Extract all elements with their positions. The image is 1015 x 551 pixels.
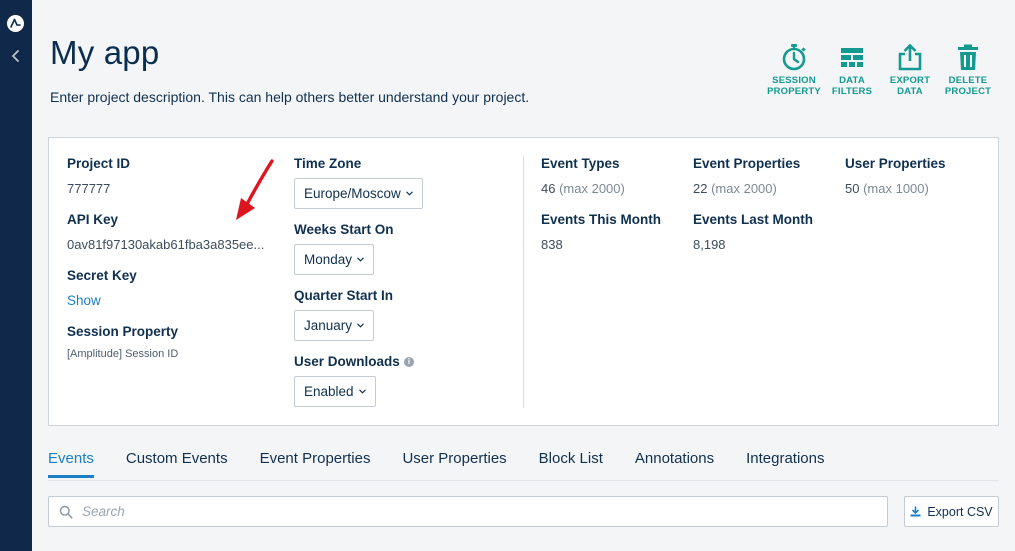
timezone-select[interactable]: Europe/Moscow bbox=[294, 178, 423, 209]
column-divider bbox=[523, 156, 524, 408]
user-properties-label: User Properties bbox=[845, 156, 946, 171]
export-data-button[interactable]: EXPORT DATA bbox=[881, 43, 939, 97]
user-downloads-value: Enabled bbox=[304, 384, 354, 399]
event-properties-label: Event Properties bbox=[693, 156, 801, 171]
user-downloads-select[interactable]: Enabled bbox=[294, 376, 376, 407]
event-types-count: 46 bbox=[541, 181, 556, 196]
page-title: My app bbox=[50, 34, 160, 71]
weeks-start-select[interactable]: Monday bbox=[294, 244, 375, 275]
user-properties-value: 50 (max 1000) bbox=[845, 181, 929, 196]
project-info-card: Project ID 777777 API Key 0av81f97130aka… bbox=[48, 137, 999, 426]
project-id-value: 777777 bbox=[67, 181, 111, 196]
event-types-max: (max 2000) bbox=[559, 181, 625, 196]
tab-events[interactable]: Events bbox=[48, 450, 94, 478]
amplitude-logo-icon[interactable] bbox=[7, 15, 24, 32]
user-downloads-label: User Downloads bbox=[294, 354, 400, 369]
events-last-month-label: Events Last Month bbox=[693, 212, 814, 227]
tab-block-list[interactable]: Block List bbox=[539, 450, 603, 478]
action-label: EXPORT DATA bbox=[889, 75, 931, 97]
show-secret-key-link[interactable]: Show bbox=[67, 293, 101, 308]
delete-project-button[interactable]: DELETE PROJECT bbox=[939, 43, 997, 97]
weeks-start-value: Monday bbox=[304, 252, 353, 267]
stopwatch-icon bbox=[782, 44, 806, 71]
api-key-value[interactable]: 0av81f97130akab61fba3a835ee... bbox=[67, 237, 264, 252]
secret-key-label: Secret Key bbox=[67, 268, 137, 283]
user-properties-count: 50 bbox=[845, 181, 860, 196]
chevron-down-icon bbox=[357, 257, 364, 262]
tab-integrations[interactable]: Integrations bbox=[746, 450, 824, 478]
events-this-month-label: Events This Month bbox=[541, 212, 662, 227]
quarter-start-select[interactable]: January bbox=[294, 310, 375, 341]
tab-bar: Events Custom Events Event Properties Us… bbox=[48, 450, 857, 478]
export-icon bbox=[898, 43, 922, 71]
api-key-label: API Key bbox=[67, 212, 119, 227]
chevron-down-icon bbox=[358, 389, 366, 394]
action-label: DATA FILTERS bbox=[831, 75, 873, 97]
tab-user-properties[interactable]: User Properties bbox=[402, 450, 506, 478]
info-icon[interactable]: i bbox=[404, 357, 414, 367]
filter-grid-icon bbox=[841, 48, 863, 67]
data-filters-button[interactable]: DATA FILTERS bbox=[823, 43, 881, 97]
events-last-month-value: 8,198 bbox=[693, 237, 726, 252]
session-property-button[interactable]: SESSION PROPERTY bbox=[765, 43, 823, 97]
events-this-month-value: 838 bbox=[541, 237, 563, 252]
timezone-label: Time Zone bbox=[294, 156, 362, 171]
chevron-down-icon bbox=[405, 191, 413, 196]
project-id-label: Project ID bbox=[67, 156, 131, 171]
collapse-chevron-icon[interactable] bbox=[10, 48, 22, 64]
tab-divider bbox=[48, 480, 999, 481]
event-properties-count: 22 bbox=[693, 181, 708, 196]
session-property-label: Session Property bbox=[67, 324, 179, 339]
chevron-down-icon bbox=[357, 323, 364, 328]
action-label: DELETE PROJECT bbox=[944, 75, 992, 97]
search-box[interactable] bbox=[48, 496, 888, 527]
session-property-value: [Amplitude] Session ID bbox=[67, 348, 179, 360]
event-types-value: 46 (max 2000) bbox=[541, 181, 625, 196]
search-input[interactable] bbox=[82, 504, 862, 519]
weeks-start-label: Weeks Start On bbox=[294, 222, 394, 237]
download-icon bbox=[910, 506, 921, 517]
event-properties-max: (max 2000) bbox=[711, 181, 777, 196]
event-types-label: Event Types bbox=[541, 156, 620, 171]
left-rail bbox=[0, 0, 32, 551]
project-description[interactable]: Enter project description. This can help… bbox=[50, 89, 529, 105]
search-icon bbox=[59, 505, 73, 519]
export-csv-button[interactable]: Export CSV bbox=[904, 496, 999, 527]
tab-event-properties[interactable]: Event Properties bbox=[260, 450, 371, 478]
user-properties-max: (max 1000) bbox=[863, 181, 929, 196]
trash-icon bbox=[958, 44, 978, 70]
tab-annotations[interactable]: Annotations bbox=[635, 450, 714, 478]
timezone-value: Europe/Moscow bbox=[304, 186, 401, 201]
quarter-start-label: Quarter Start In bbox=[294, 288, 394, 303]
header-actions: SESSION PROPERTY DATA FILTERS EXPORT DAT… bbox=[765, 43, 997, 97]
action-label: SESSION PROPERTY bbox=[767, 75, 821, 97]
tab-custom-events[interactable]: Custom Events bbox=[126, 450, 228, 478]
export-csv-label: Export CSV bbox=[927, 504, 993, 519]
annotation-arrow-icon bbox=[236, 159, 274, 220]
event-properties-value: 22 (max 2000) bbox=[693, 181, 777, 196]
quarter-start-value: January bbox=[304, 318, 353, 333]
